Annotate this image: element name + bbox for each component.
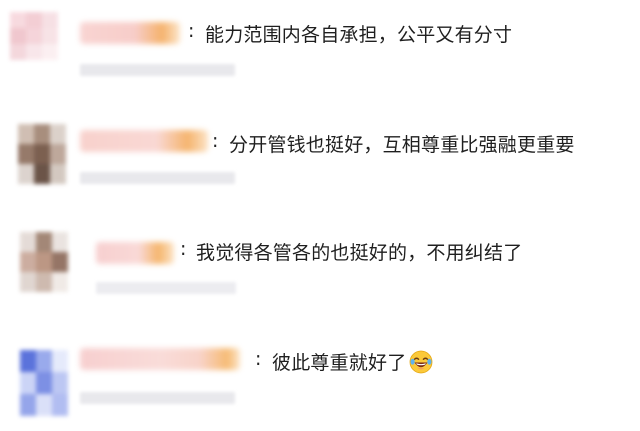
avatar[interactable]: [10, 12, 58, 60]
username-blurred[interactable]: [80, 22, 180, 44]
comment-item-4: : 彼此尊重就好了: [0, 330, 640, 430]
comment-text: 分开管钱也挺好，互相尊重比强融更重要: [229, 134, 575, 156]
avatar[interactable]: [18, 124, 66, 184]
comment-text: 彼此尊重就好了: [272, 348, 433, 375]
comment-text-content: 彼此尊重就好了: [272, 352, 407, 374]
comment-meta-blurred: [80, 64, 235, 76]
colon-separator: :: [212, 130, 219, 152]
colon-separator: :: [255, 348, 262, 370]
comment-text: 我觉得各管各的也挺好的，不用纠结了: [196, 242, 523, 264]
comment-item-3: : 我觉得各管各的也挺好的，不用纠结了: [0, 222, 640, 322]
username-blurred[interactable]: [80, 130, 208, 152]
avatar[interactable]: [20, 232, 68, 292]
comment-meta-blurred: [96, 282, 236, 294]
comment-item-1: : 能力范围内各自承担，公平又有分寸: [0, 0, 640, 100]
username-blurred[interactable]: [80, 348, 240, 370]
comment-item-2: : 分开管钱也挺好，互相尊重比强融更重要: [0, 108, 640, 208]
comment-meta-blurred: [80, 172, 235, 184]
colon-separator: :: [188, 20, 195, 42]
avatar[interactable]: [20, 350, 68, 416]
laughing-tears-emoji-icon: [410, 350, 433, 374]
comment-text: 能力范围内各自承担，公平又有分寸: [205, 24, 513, 46]
comment-meta-blurred: [80, 392, 235, 404]
username-blurred[interactable]: [96, 242, 174, 264]
colon-separator: :: [180, 238, 187, 260]
